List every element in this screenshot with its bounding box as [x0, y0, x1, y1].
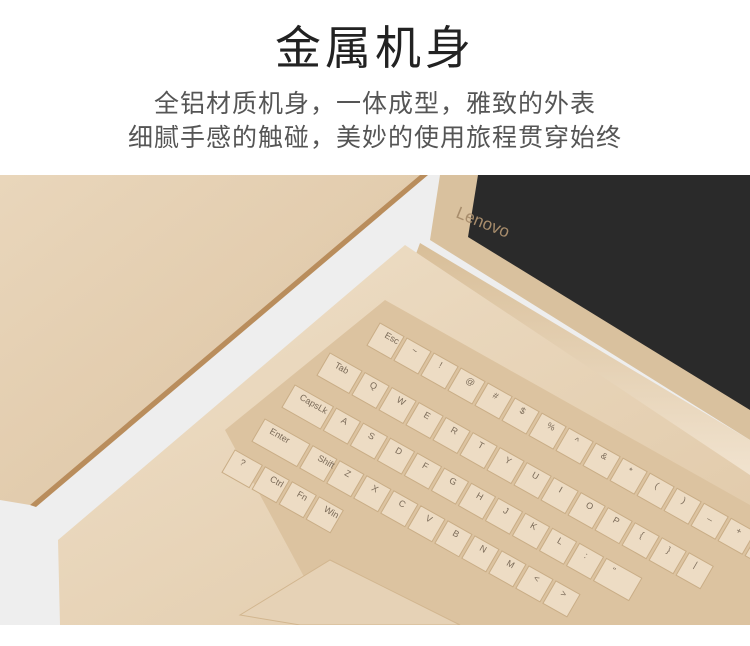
header: 金属机身 全铝材质机身，一体成型，雅致的外表 细腻手感的触碰，美妙的使用旅程贯穿… — [0, 0, 750, 175]
page-title: 金属机身 — [275, 21, 475, 75]
laptop-illustration: Lenovo Esc~!@#$%^&*()_+BackspaceTabQWERT… — [0, 175, 750, 625]
subtitle-line-2: 细腻手感的触碰，美妙的使用旅程贯穿始终 — [127, 123, 622, 152]
footer-space — [0, 625, 750, 646]
subtitle-line-1: 全铝材质机身，一体成型，雅致的外表 — [153, 89, 596, 118]
laptop-photo: Lenovo Esc~!@#$%^&*()_+BackspaceTabQWERT… — [0, 175, 750, 625]
